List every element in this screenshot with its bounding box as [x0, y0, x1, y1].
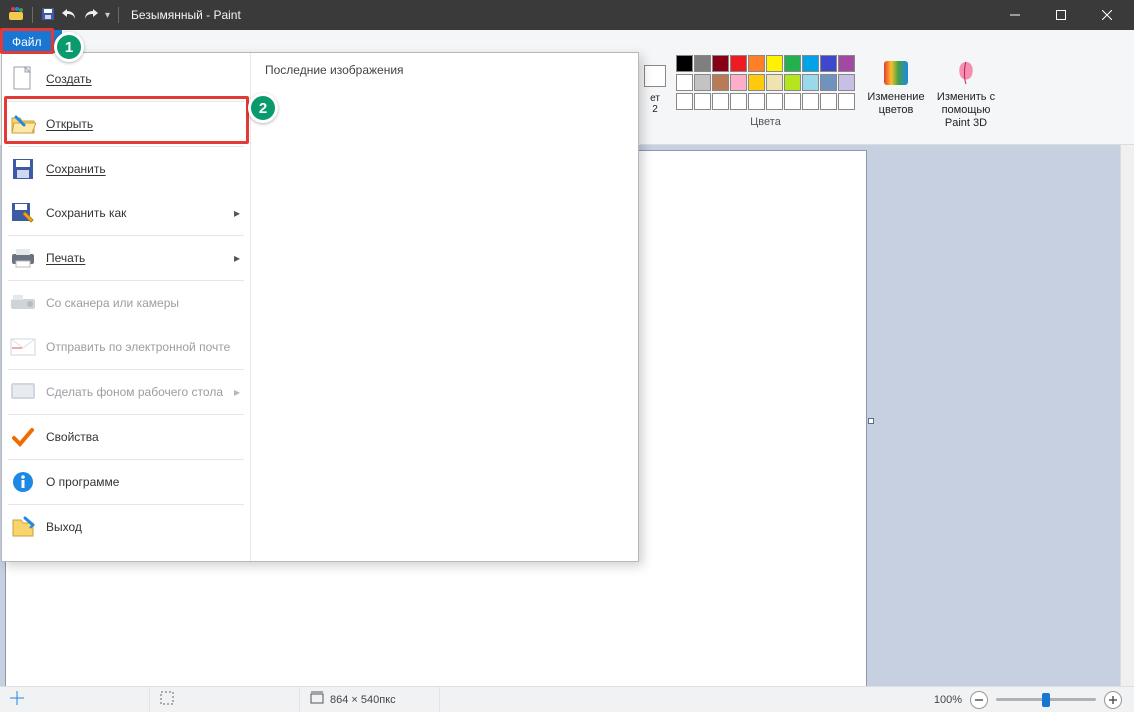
- save-as-icon: [10, 200, 36, 226]
- chevron-right-icon: ▸: [234, 206, 240, 220]
- status-selection-size: [150, 687, 300, 712]
- ribbon-colors-area: ет 2 Цвета Изменение цветов Изменить с п…: [640, 30, 1134, 145]
- color-swatch[interactable]: [748, 55, 765, 72]
- color-swatch[interactable]: [712, 55, 729, 72]
- recent-images-header: Последние изображения: [265, 63, 624, 77]
- selection-icon: [160, 691, 174, 708]
- edit-colors-button[interactable]: Изменение цветов: [861, 55, 931, 133]
- color-swatch[interactable]: [748, 74, 765, 91]
- resize-handle-right[interactable]: [868, 418, 874, 424]
- file-menu-about[interactable]: О программе: [2, 460, 250, 504]
- color-swatch[interactable]: [802, 55, 819, 72]
- file-menu-email[interactable]: Отправить по электронной почте: [2, 325, 250, 369]
- color-swatch[interactable]: [820, 74, 837, 91]
- annotation-badge-1: 1: [54, 32, 84, 62]
- chevron-right-icon: ▸: [234, 385, 240, 399]
- zoom-slider[interactable]: [996, 698, 1096, 701]
- status-cursor-position: [0, 687, 150, 712]
- minimize-button[interactable]: [992, 0, 1038, 30]
- color-swatch[interactable]: [766, 55, 783, 72]
- color-swatch[interactable]: [730, 55, 747, 72]
- checkmark-icon: [10, 424, 36, 450]
- print-icon: [10, 245, 36, 271]
- annotation-badge-2: 2: [248, 93, 278, 123]
- color-swatch[interactable]: [694, 74, 711, 91]
- color-swatch[interactable]: [784, 93, 801, 110]
- colors-group-label: Цвета: [676, 116, 855, 128]
- color-swatch[interactable]: [730, 74, 747, 91]
- close-button[interactable]: [1084, 0, 1130, 30]
- color-swatch[interactable]: [766, 74, 783, 91]
- dimensions-icon: [310, 691, 324, 708]
- file-menu-properties[interactable]: Свойства: [2, 415, 250, 459]
- recent-images-panel: Последние изображения: [251, 53, 638, 561]
- zoom-control: 100%: [922, 691, 1134, 709]
- annotation-rect-2: [4, 96, 249, 144]
- color-swatch[interactable]: [676, 74, 693, 91]
- qat-save-icon[interactable]: [41, 7, 55, 24]
- file-menu-save[interactable]: Сохранить: [2, 147, 250, 191]
- color-swatch[interactable]: [712, 74, 729, 91]
- qat-customize-icon[interactable]: ▾: [105, 10, 110, 21]
- color-swatch[interactable]: [712, 93, 729, 110]
- file-menu-new[interactable]: Создать: [2, 57, 250, 101]
- file-menu-scanner[interactable]: Со сканера или камеры: [2, 281, 250, 325]
- color-swatch[interactable]: [838, 93, 855, 110]
- zoom-in-button[interactable]: [1104, 691, 1122, 709]
- file-menu-save-as[interactable]: Сохранить как ▸: [2, 191, 250, 235]
- zoom-value: 100%: [934, 694, 962, 706]
- scanner-icon: [10, 290, 36, 316]
- file-menu-exit[interactable]: Выход: [2, 505, 250, 549]
- color-swatch[interactable]: [694, 93, 711, 110]
- save-icon: [10, 156, 36, 182]
- color-swatch[interactable]: [676, 55, 693, 72]
- crosshair-icon: [10, 691, 24, 708]
- paint3d-button[interactable]: Изменить с помощью Paint 3D: [931, 55, 1001, 133]
- status-file-size: [440, 687, 922, 712]
- color-swatch[interactable]: [838, 55, 855, 72]
- new-file-icon: [10, 66, 36, 92]
- status-canvas-size: 864 × 540пкс: [300, 687, 440, 712]
- color-swatch[interactable]: [802, 93, 819, 110]
- annotation-rect-1: [0, 28, 54, 54]
- color-swatch[interactable]: [784, 74, 801, 91]
- color-swatch[interactable]: [784, 55, 801, 72]
- color-swatch[interactable]: [748, 93, 765, 110]
- maximize-button[interactable]: [1038, 0, 1084, 30]
- email-icon: [10, 334, 36, 360]
- exit-icon: [10, 514, 36, 540]
- file-menu-print[interactable]: Печать ▸: [2, 236, 250, 280]
- status-bar: 864 × 540пкс 100%: [0, 686, 1134, 712]
- color2-button[interactable]: ет 2: [640, 55, 670, 133]
- color-palette: Цвета: [670, 55, 861, 133]
- vertical-scrollbar[interactable]: [1120, 145, 1134, 686]
- color-swatch[interactable]: [694, 55, 711, 72]
- info-icon: [10, 469, 36, 495]
- color-swatch[interactable]: [730, 93, 747, 110]
- qat-undo-icon[interactable]: [61, 7, 77, 24]
- color-swatch[interactable]: [676, 93, 693, 110]
- color-swatch[interactable]: [838, 74, 855, 91]
- title-bar: ▾ Безымянный - Paint: [0, 0, 1134, 30]
- file-menu-wallpaper[interactable]: Сделать фоном рабочего стола ▸: [2, 370, 250, 414]
- window-title: Безымянный - Paint: [131, 8, 241, 22]
- quick-access-toolbar: ▾: [4, 6, 121, 25]
- zoom-out-button[interactable]: [970, 691, 988, 709]
- qat-redo-icon[interactable]: [83, 7, 99, 24]
- color-swatch[interactable]: [802, 74, 819, 91]
- color-swatch[interactable]: [766, 93, 783, 110]
- color-swatch[interactable]: [820, 93, 837, 110]
- wallpaper-icon: [10, 379, 36, 405]
- chevron-right-icon: ▸: [234, 251, 240, 265]
- app-icon: [8, 6, 24, 25]
- color-swatch[interactable]: [820, 55, 837, 72]
